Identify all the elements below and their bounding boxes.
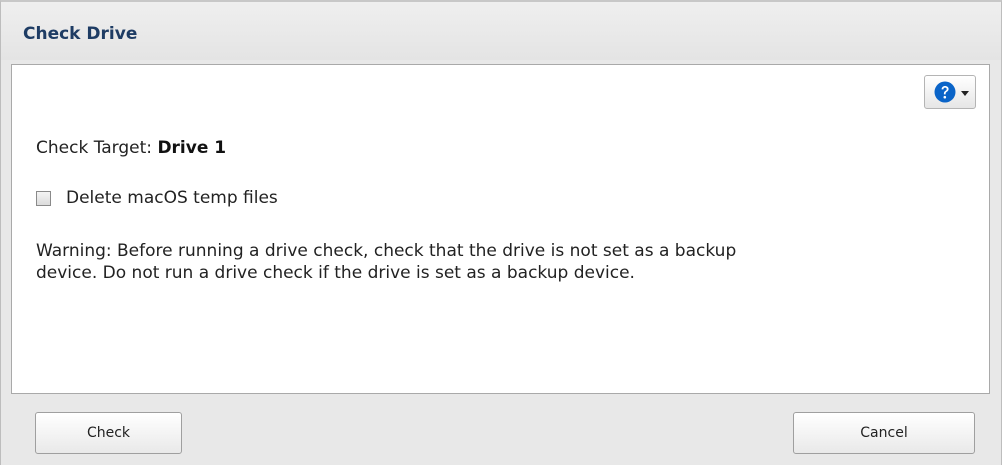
warning-line-1: Warning: Before running a drive check, c… xyxy=(36,241,737,261)
chevron-down-icon xyxy=(961,91,969,96)
check-button[interactable]: Check xyxy=(35,412,182,454)
check-target-value: Drive 1 xyxy=(157,138,227,158)
dialog-title: Check Drive xyxy=(23,24,138,44)
check-target-label: Check Target: xyxy=(36,138,153,158)
delete-macos-temp-files-checkbox[interactable] xyxy=(36,191,51,206)
help-menu-button[interactable] xyxy=(924,75,976,109)
delete-macos-temp-files-label[interactable]: Delete macOS temp files xyxy=(66,188,278,208)
check-target: Check Target: Drive 1 xyxy=(36,138,226,158)
cancel-button[interactable]: Cancel xyxy=(793,412,975,454)
dialog-title-bar: Check Drive xyxy=(1,2,1001,60)
warning-text: Warning: Before running a drive check, c… xyxy=(36,240,966,284)
check-drive-dialog: Check Drive Check Target: Drive 1 Delete… xyxy=(0,0,1002,465)
warning-line-2: device. Do not run a drive check if the … xyxy=(36,263,635,283)
question-circle-icon xyxy=(934,81,956,103)
dialog-content: Check Target: Drive 1 Delete macOS temp … xyxy=(11,64,990,394)
